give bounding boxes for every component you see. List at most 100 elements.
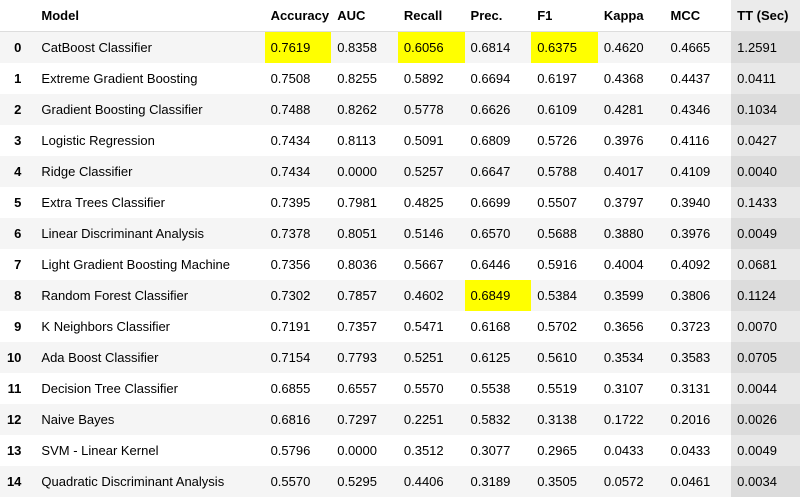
cell-auc: 0.8051 <box>331 218 398 249</box>
table-row: 10Ada Boost Classifier0.71540.77930.5251… <box>0 342 800 373</box>
col-kappa: Kappa <box>598 0 665 32</box>
cell-auc: 0.5295 <box>331 466 398 497</box>
cell-auc: 0.0000 <box>331 156 398 187</box>
cell-idx: 6 <box>0 218 35 249</box>
cell-kappa: 0.3534 <box>598 342 665 373</box>
col-prec: Prec. <box>465 0 532 32</box>
table-row: 7Light Gradient Boosting Machine0.73560.… <box>0 249 800 280</box>
cell-prec: 0.6849 <box>465 280 532 311</box>
cell-accuracy: 0.7508 <box>265 63 332 94</box>
cell-accuracy: 0.7154 <box>265 342 332 373</box>
table-row: 8Random Forest Classifier0.73020.78570.4… <box>0 280 800 311</box>
cell-tt: 0.0044 <box>731 373 800 404</box>
cell-accuracy: 0.7434 <box>265 156 332 187</box>
table-row: 13SVM - Linear Kernel0.57960.00000.35120… <box>0 435 800 466</box>
cell-idx: 2 <box>0 94 35 125</box>
cell-f1: 0.2965 <box>531 435 598 466</box>
cell-tt: 0.0026 <box>731 404 800 435</box>
cell-accuracy: 0.7191 <box>265 311 332 342</box>
cell-mcc: 0.3583 <box>665 342 732 373</box>
cell-f1: 0.5519 <box>531 373 598 404</box>
cell-model: Light Gradient Boosting Machine <box>35 249 264 280</box>
cell-accuracy: 0.7619 <box>265 32 332 64</box>
cell-prec: 0.6125 <box>465 342 532 373</box>
cell-prec: 0.5538 <box>465 373 532 404</box>
cell-auc: 0.0000 <box>331 435 398 466</box>
cell-accuracy: 0.7302 <box>265 280 332 311</box>
cell-mcc: 0.4109 <box>665 156 732 187</box>
table-row: 1Extreme Gradient Boosting0.75080.82550.… <box>0 63 800 94</box>
cell-prec: 0.6814 <box>465 32 532 64</box>
cell-tt: 0.0705 <box>731 342 800 373</box>
cell-prec: 0.3189 <box>465 466 532 497</box>
cell-model: Ada Boost Classifier <box>35 342 264 373</box>
cell-model: Logistic Regression <box>35 125 264 156</box>
cell-kappa: 0.4368 <box>598 63 665 94</box>
cell-auc: 0.7857 <box>331 280 398 311</box>
cell-recall: 0.4825 <box>398 187 465 218</box>
cell-auc: 0.8255 <box>331 63 398 94</box>
cell-f1: 0.3138 <box>531 404 598 435</box>
cell-accuracy: 0.5796 <box>265 435 332 466</box>
cell-model: Decision Tree Classifier <box>35 373 264 404</box>
cell-idx: 0 <box>0 32 35 64</box>
cell-accuracy: 0.6816 <box>265 404 332 435</box>
cell-accuracy: 0.7378 <box>265 218 332 249</box>
cell-auc: 0.7297 <box>331 404 398 435</box>
cell-model: K Neighbors Classifier <box>35 311 264 342</box>
cell-idx: 10 <box>0 342 35 373</box>
model-comparison-table: Model Accuracy AUC Recall Prec. F1 Kappa… <box>0 0 800 497</box>
cell-model: Linear Discriminant Analysis <box>35 218 264 249</box>
cell-tt: 0.0427 <box>731 125 800 156</box>
table-row: 14Quadratic Discriminant Analysis0.55700… <box>0 466 800 497</box>
cell-model: Ridge Classifier <box>35 156 264 187</box>
cell-kappa: 0.4281 <box>598 94 665 125</box>
cell-idx: 13 <box>0 435 35 466</box>
cell-recall: 0.2251 <box>398 404 465 435</box>
cell-accuracy: 0.6855 <box>265 373 332 404</box>
cell-prec: 0.6699 <box>465 187 532 218</box>
cell-auc: 0.7981 <box>331 187 398 218</box>
cell-recall: 0.5146 <box>398 218 465 249</box>
cell-auc: 0.6557 <box>331 373 398 404</box>
cell-kappa: 0.1722 <box>598 404 665 435</box>
cell-tt: 0.0034 <box>731 466 800 497</box>
col-auc: AUC <box>331 0 398 32</box>
cell-auc: 0.8113 <box>331 125 398 156</box>
cell-auc: 0.8262 <box>331 94 398 125</box>
cell-tt: 0.1433 <box>731 187 800 218</box>
col-tt: TT (Sec) <box>731 0 800 32</box>
cell-kappa: 0.4004 <box>598 249 665 280</box>
cell-prec: 0.6626 <box>465 94 532 125</box>
cell-model: Extra Trees Classifier <box>35 187 264 218</box>
table-body: 0CatBoost Classifier0.76190.83580.60560.… <box>0 32 800 498</box>
table-row: 5Extra Trees Classifier0.73950.79810.482… <box>0 187 800 218</box>
cell-tt: 0.0681 <box>731 249 800 280</box>
table-header: Model Accuracy AUC Recall Prec. F1 Kappa… <box>0 0 800 32</box>
cell-prec: 0.6647 <box>465 156 532 187</box>
cell-mcc: 0.4665 <box>665 32 732 64</box>
col-model: Model <box>35 0 264 32</box>
cell-recall: 0.4602 <box>398 280 465 311</box>
cell-idx: 8 <box>0 280 35 311</box>
cell-model: Naive Bayes <box>35 404 264 435</box>
cell-recall: 0.6056 <box>398 32 465 64</box>
cell-recall: 0.5251 <box>398 342 465 373</box>
cell-auc: 0.8036 <box>331 249 398 280</box>
table-row: 6Linear Discriminant Analysis0.73780.805… <box>0 218 800 249</box>
cell-auc: 0.7357 <box>331 311 398 342</box>
cell-f1: 0.5507 <box>531 187 598 218</box>
cell-kappa: 0.3107 <box>598 373 665 404</box>
cell-f1: 0.6109 <box>531 94 598 125</box>
col-recall: Recall <box>398 0 465 32</box>
cell-mcc: 0.0433 <box>665 435 732 466</box>
cell-kappa: 0.3599 <box>598 280 665 311</box>
cell-prec: 0.6694 <box>465 63 532 94</box>
cell-f1: 0.5384 <box>531 280 598 311</box>
cell-f1: 0.5688 <box>531 218 598 249</box>
table-row: 11Decision Tree Classifier0.68550.65570.… <box>0 373 800 404</box>
cell-auc: 0.8358 <box>331 32 398 64</box>
cell-mcc: 0.3806 <box>665 280 732 311</box>
cell-prec: 0.6168 <box>465 311 532 342</box>
cell-mcc: 0.4116 <box>665 125 732 156</box>
